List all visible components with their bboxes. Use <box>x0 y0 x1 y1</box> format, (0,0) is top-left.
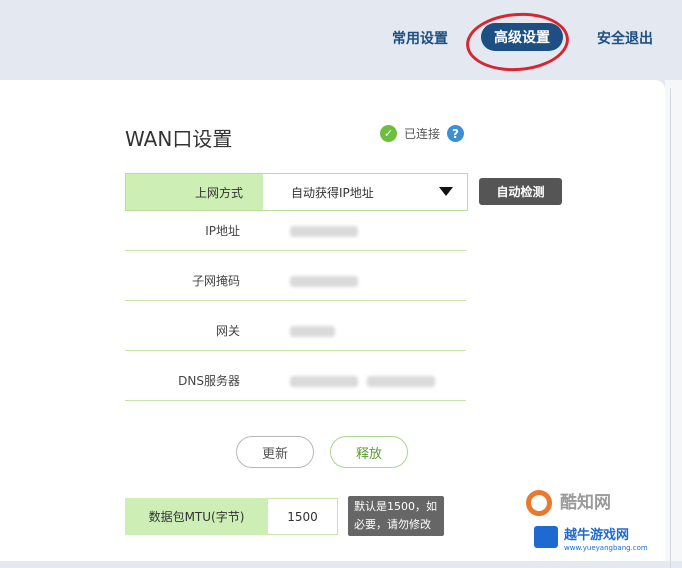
release-button[interactable]: 释放 <box>330 436 408 468</box>
connection-status: ✓ 已连接 <box>380 125 440 142</box>
ip-address-value-blurred <box>290 226 358 237</box>
gateway-label: 网关 <box>215 323 240 338</box>
subnet-mask-value-blurred <box>290 276 358 287</box>
top-navigation-bar: 常用设置 高级设置 安全退出 <box>0 0 682 80</box>
dns-primary-value-blurred <box>290 376 358 387</box>
mtu-input[interactable] <box>268 498 338 535</box>
subnet-mask-label: 子网掩码 <box>191 273 240 288</box>
question-icon[interactable]: ? <box>447 125 464 142</box>
mtu-tip-line1: 默认是1500，如 <box>354 500 437 513</box>
mtu-label: 数据包MTU(字节) <box>125 498 268 535</box>
dns-server-label: DNS服务器 <box>178 373 240 388</box>
connection-type-label: 上网方式 <box>126 174 263 210</box>
connection-type-value: 自动获得IP地址 <box>291 185 374 200</box>
nav-logout[interactable]: 安全退出 <box>597 28 653 48</box>
dns-server-row: DNS服务器 <box>125 360 466 401</box>
dns-secondary-value-blurred <box>367 376 435 387</box>
gateway-row: 网关 <box>125 310 466 351</box>
nav-advanced-settings[interactable]: 高级设置 <box>481 23 563 51</box>
ip-address-row: IP地址 <box>125 210 466 251</box>
subnet-mask-row: 子网掩码 <box>125 260 466 301</box>
connection-type-row: 上网方式 自动获得IP地址 <box>125 173 468 211</box>
right-side-strip <box>665 80 682 568</box>
connection-type-select[interactable]: 自动获得IP地址 <box>263 174 467 210</box>
auto-detect-button[interactable]: 自动检测 <box>479 178 562 205</box>
nav-common-settings[interactable]: 常用设置 <box>392 28 448 48</box>
wan-title: WAN口设置 <box>125 127 233 151</box>
caret-down-icon <box>439 187 453 196</box>
refresh-button[interactable]: 更新 <box>236 436 314 468</box>
mtu-tooltip: 默认是1500，如 必要，请勿修改 <box>348 496 444 536</box>
check-circle-icon: ✓ <box>380 125 397 142</box>
ip-address-label: IP地址 <box>205 223 240 238</box>
mtu-tip-line2: 必要，请勿修改 <box>354 518 431 531</box>
gateway-value-blurred <box>290 326 335 337</box>
status-text: 已连接 <box>404 127 441 141</box>
